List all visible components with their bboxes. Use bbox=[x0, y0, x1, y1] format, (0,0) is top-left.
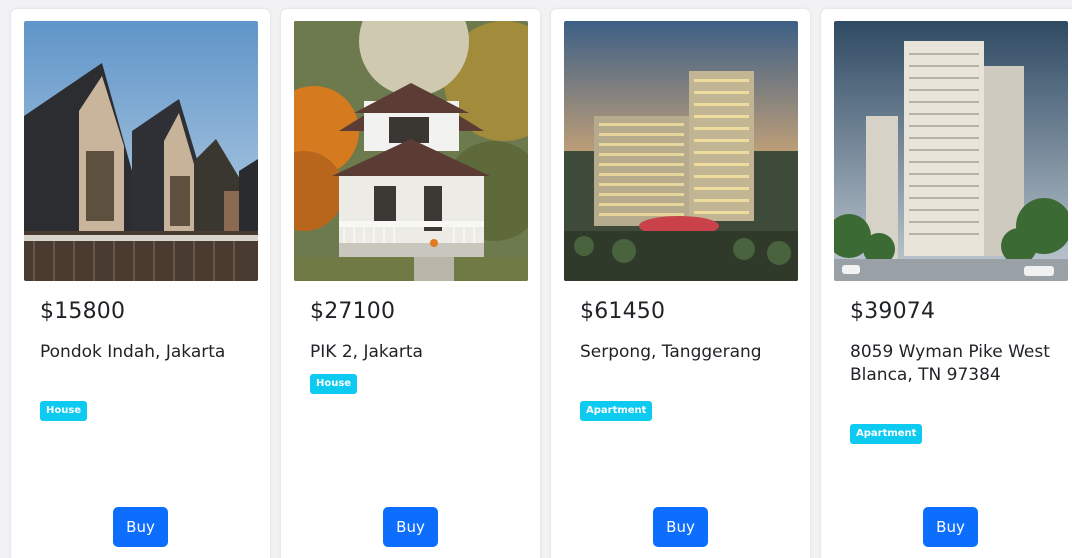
listing-card: $39074 8059 Wyman Pike West Blanca, TN 9… bbox=[821, 9, 1072, 558]
listing-photo bbox=[294, 21, 528, 281]
listing-address: 8059 Wyman Pike West Blanca, TN 97384 bbox=[850, 342, 1050, 385]
buy-button[interactable]: Buy bbox=[113, 507, 168, 547]
listing-card: $61450 Serpong, Tanggerang Apartment Buy bbox=[551, 9, 810, 558]
property-type-badge: House bbox=[310, 374, 358, 394]
listing-price: $15800 bbox=[40, 299, 126, 324]
property-type-badge: Apartment bbox=[850, 424, 923, 444]
listing-photo bbox=[834, 21, 1068, 281]
listing-price: $61450 bbox=[580, 299, 666, 324]
listing-photo bbox=[24, 21, 258, 281]
listing-address: Serpong, Tanggerang bbox=[580, 342, 762, 362]
property-type-badge: Apartment bbox=[580, 401, 653, 421]
buy-button[interactable]: Buy bbox=[923, 507, 978, 547]
listing-price: $27100 bbox=[310, 299, 396, 324]
buy-button[interactable]: Buy bbox=[653, 507, 708, 547]
property-type-badge: House bbox=[40, 401, 88, 421]
listing-photo bbox=[564, 21, 798, 281]
listing-grid: $15800 Pondok Indah, Jakarta House Buy $… bbox=[0, 0, 1072, 558]
listing-card: $15800 Pondok Indah, Jakarta House Buy bbox=[11, 9, 270, 558]
listing-price: $39074 bbox=[850, 299, 936, 324]
listing-card: $27100 PIK 2, Jakarta House Buy bbox=[281, 9, 540, 558]
buy-button[interactable]: Buy bbox=[383, 507, 438, 547]
listing-address: PIK 2, Jakarta bbox=[310, 342, 423, 362]
listing-address: Pondok Indah, Jakarta bbox=[40, 342, 226, 362]
